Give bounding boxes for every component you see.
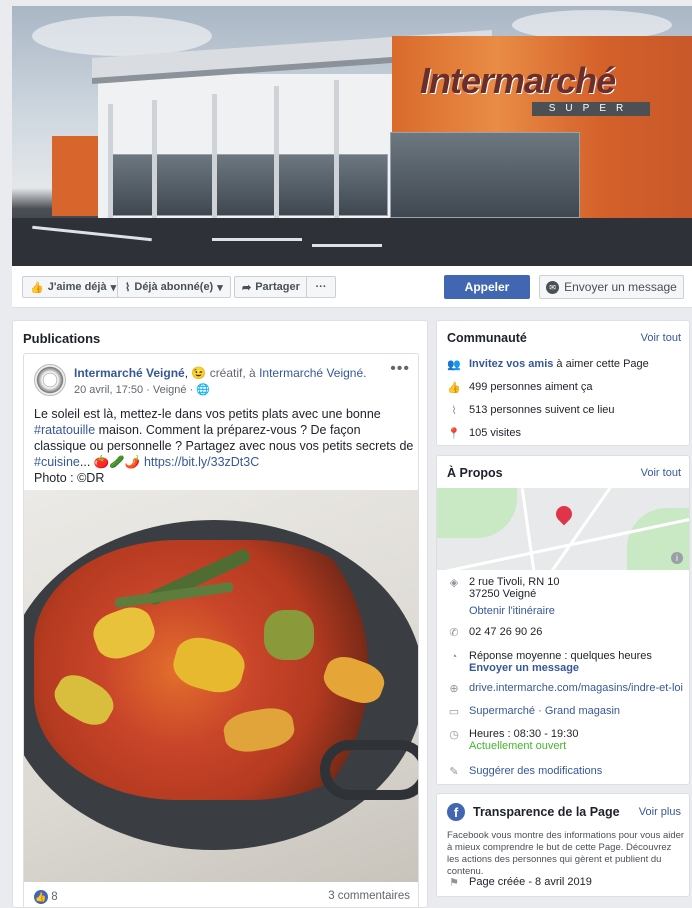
map-info-icon[interactable]: i [671, 552, 683, 564]
publications-title: Publications [23, 331, 101, 346]
post-text: Le soleil est là, mettez-le dans vos pet… [34, 407, 414, 485]
category-row: ▭ Supermarché · Grand magasin [448, 705, 621, 718]
thumbs-up-icon: 👍 [30, 281, 44, 294]
category-link-supermarche[interactable]: Supermarché [469, 705, 535, 717]
caret-down-icon: ▾ [217, 281, 223, 294]
about-see-all-link[interactable]: Voir tout [641, 467, 681, 479]
rss-icon: ⌇ [125, 281, 131, 294]
invite-friends-link[interactable]: Invitez vos amis [469, 358, 553, 370]
community-card: Communauté Voir tout 👥 Invitez vos amis … [436, 320, 690, 446]
transparency-description: Facebook vous montre des informations po… [447, 830, 685, 877]
transparency-title: Transparence de la Page [473, 805, 620, 819]
clock-icon: ◷ [449, 729, 459, 741]
facebook-logo-icon: f [447, 803, 465, 821]
phone-icon: ✆ [449, 627, 459, 639]
invite-friends-row: 👥 Invitez vos amis à aimer cette Page [447, 358, 649, 371]
post-place[interactable]: Veigné [153, 384, 187, 396]
transparency-see-more-link[interactable]: Voir plus [639, 806, 681, 818]
store-logo: Intermarché [420, 60, 616, 101]
share-button[interactable]: ➦ Partager [234, 276, 308, 298]
hashtag-ratatouille[interactable]: #ratatouille [34, 423, 95, 437]
page-created-row: ⚑ Page créée - 8 avril 2019 [447, 876, 687, 890]
messenger-icon: ✉ [546, 280, 560, 294]
category-icon: ▭ [448, 706, 460, 718]
post-footer: 👍 8 3 commentaires [34, 890, 410, 904]
post-date[interactable]: 20 avril, 17:50 [74, 384, 143, 396]
subscribe-button[interactable]: ⌇ Déjà abonné(e) ▾ [117, 276, 231, 298]
hashtag-cuisine[interactable]: #cuisine [34, 455, 80, 469]
caret-down-icon: ▾ [110, 281, 117, 294]
messenger-icon: ◔ [450, 651, 458, 663]
thumbs-up-icon: 👍 [447, 382, 461, 394]
website-link[interactable]: drive.intermarche.com/magasins/indre-et-… [469, 682, 683, 694]
response-row: ◔ Réponse moyenne : quelques heures Envo… [447, 650, 687, 674]
globe-icon: ⊕ [449, 683, 459, 695]
people-icon: 👥 [447, 359, 461, 371]
call-button[interactable]: Appeler [444, 275, 530, 299]
comment-count[interactable]: 3 commentaires [328, 890, 410, 902]
more-button[interactable]: ··· [306, 276, 336, 298]
about-card: À Propos Voir tout i ◈ 2 rue Tivoli, RN … [436, 455, 690, 785]
post-location-link[interactable]: Intermarché Veigné. [259, 366, 366, 380]
post-photo[interactable] [24, 490, 418, 882]
visits-row: 📍 105 visites [447, 427, 521, 440]
post-meta: 20 avril, 17:50 · Veigné · 🌐 [74, 384, 211, 396]
likes-row: 👍 499 personnes aiment ça [447, 381, 593, 394]
cover-photo[interactable]: Intermarché SUPER [12, 6, 692, 266]
map-pin-icon [552, 502, 576, 526]
page-action-bar: 👍 J'aime déjà ▾ ⌇ Déjà abonné(e) ▾ ➦ Par… [12, 266, 692, 308]
like-count[interactable]: 8 [51, 891, 57, 903]
location-map[interactable]: i [437, 488, 689, 570]
wink-emoji-icon: 😉 [191, 366, 207, 380]
page-avatar[interactable] [34, 364, 66, 396]
about-title: À Propos [447, 466, 503, 480]
pencil-icon: ✎ [449, 766, 459, 778]
transparency-card: f Transparence de la Page Voir plus Face… [436, 793, 690, 897]
suggest-row: ✎ Suggérer des modifications [447, 765, 687, 779]
share-arrow-icon: ➦ [242, 281, 252, 294]
rss-icon: ⌇ [451, 405, 457, 417]
community-title: Communauté [447, 331, 527, 345]
website-row: ⊕ drive.intermarche.com/magasins/indre-e… [447, 682, 687, 696]
photo-credit: Photo : ©DR [34, 471, 105, 485]
store-logo-sub: SUPER [532, 102, 650, 116]
phone-row: ✆ 02 47 26 90 26 [447, 626, 687, 640]
category-link-grand-magasin[interactable]: Grand magasin [545, 705, 620, 717]
address-row: ◈ 2 rue Tivoli, RN 10 37250 Veigné Obten… [447, 576, 687, 622]
publications-section: Publications Intermarché Veigné, 😉 créat… [12, 320, 428, 908]
send-message-link[interactable]: Envoyer un message [469, 662, 579, 674]
community-see-all-link[interactable]: Voir tout [641, 332, 681, 344]
flag-icon: ⚑ [449, 877, 459, 889]
post-author-link[interactable]: Intermarché Veigné [74, 366, 185, 380]
followers-row: ⌇ 513 personnes suivent ce lieu [447, 404, 687, 418]
post-header: Intermarché Veigné, 😉 créatif, à Interma… [74, 366, 367, 380]
send-message-button[interactable]: ✉ Envoyer un message [539, 275, 684, 299]
location-pin-icon: 📍 [447, 428, 461, 440]
like-button[interactable]: 👍 J'aime déjà ▾ [22, 276, 125, 298]
post-link[interactable]: https://bit.ly/33zDt3C [144, 455, 259, 469]
globe-icon: 🌐 [196, 384, 211, 396]
open-now-status: Actuellement ouvert [469, 740, 567, 752]
directions-icon: ◈ [449, 577, 459, 589]
hours-row: ◷ Heures : 08:30 - 19:30 Actuellement ou… [447, 728, 687, 752]
directions-link[interactable]: Obtenir l'itinéraire [469, 605, 555, 617]
suggest-edits-link[interactable]: Suggérer des modifications [469, 765, 602, 777]
post-options-button[interactable]: ••• [390, 360, 410, 378]
like-reaction-icon: 👍 [34, 890, 48, 904]
post-card: Intermarché Veigné, 😉 créatif, à Interma… [23, 353, 419, 907]
